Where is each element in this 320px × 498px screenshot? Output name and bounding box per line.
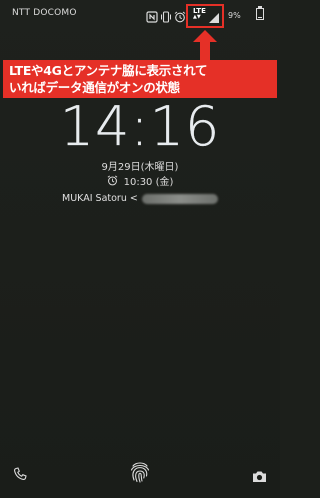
owner-info: MUKAI Satoru < (62, 193, 218, 204)
status-bar: NTT DOCOMO LTE ▲▼ 9% (0, 0, 280, 28)
annotation-arrow (193, 30, 217, 62)
vibrate-icon (160, 8, 172, 27)
date-text: 9月29日(木曜日) (101, 162, 179, 173)
alarm-time: 10:30 (金) (123, 177, 174, 188)
carrier-name: NTT DOCOMO (12, 8, 77, 18)
clock-time: 14:16 (59, 95, 221, 158)
next-alarm: 10:30 (金) (0, 173, 280, 188)
nfc-icon (146, 8, 158, 27)
annotation-line-1: LTEや4Gとアンテナ脇に表示されて (9, 63, 208, 78)
owner-name: MUKAI Satoru < (62, 193, 138, 204)
fingerprint-icon[interactable] (129, 460, 151, 488)
highlight-box (186, 4, 224, 28)
camera-icon[interactable] (252, 468, 267, 487)
battery-icon (256, 6, 264, 20)
phone-icon[interactable] (13, 466, 27, 485)
annotation-callout: LTEや4Gとアンテナ脇に表示されて いればデータ通信がオンの状態 (3, 60, 277, 98)
blurred-email (141, 193, 218, 204)
lock-screen: NTT DOCOMO LTE ▲▼ 9% LTEや4Gとアンテナ脇に表示されて … (0, 0, 280, 498)
alarm-clock-icon (107, 175, 117, 186)
alarm-icon (174, 8, 186, 27)
annotation-line-2: いればデータ通信がオンの状態 (9, 80, 180, 95)
battery-percent: 9% (228, 11, 241, 20)
